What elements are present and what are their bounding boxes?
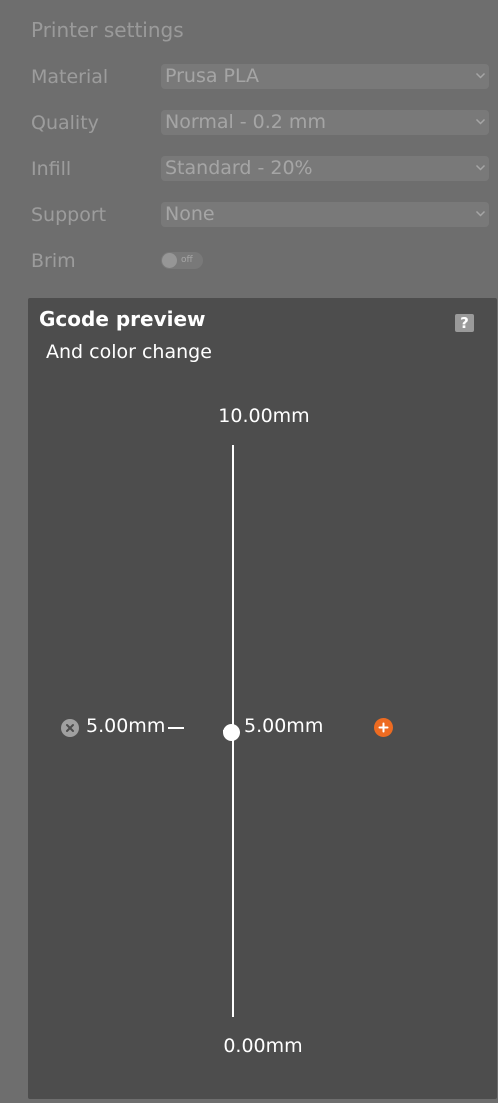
brim-label: Brim xyxy=(31,250,76,272)
material-value: Prusa PLA xyxy=(165,65,260,87)
chevron-down-icon xyxy=(475,210,486,217)
toggle-knob xyxy=(162,253,177,268)
printer-settings-title: Printer settings xyxy=(31,18,184,42)
quality-row: Quality Normal - 0.2 mm xyxy=(0,110,498,136)
question-mark-icon: ? xyxy=(460,314,469,332)
quality-label: Quality xyxy=(31,112,99,134)
infill-value: Standard - 20% xyxy=(165,157,313,179)
help-button[interactable]: ? xyxy=(455,314,474,332)
chevron-down-icon xyxy=(475,164,486,171)
slider-max-label: 10.00mm xyxy=(218,405,310,427)
support-row: Support None xyxy=(0,202,498,228)
color-change-subtitle: And color change xyxy=(46,341,212,363)
add-color-change-button[interactable] xyxy=(374,718,393,737)
infill-row: Infill Standard - 20% xyxy=(0,156,498,182)
quality-value: Normal - 0.2 mm xyxy=(165,111,326,133)
brim-toggle[interactable]: off xyxy=(161,252,203,269)
chevron-down-icon xyxy=(475,72,486,79)
plus-icon xyxy=(378,722,389,733)
slider-current-label: 5.00mm xyxy=(244,715,324,737)
material-label: Material xyxy=(31,66,109,88)
color-change-label: 5.00mm xyxy=(86,715,166,737)
remove-color-change-button[interactable] xyxy=(61,719,79,737)
brim-row: Brim off xyxy=(0,248,498,274)
material-select[interactable]: Prusa PLA xyxy=(161,64,489,89)
layer-slider-thumb[interactable] xyxy=(223,724,240,741)
gcode-preview-title: Gcode preview xyxy=(39,307,206,331)
gcode-preview-panel: Gcode preview ? And color change 10.00mm… xyxy=(28,298,497,1099)
support-select[interactable]: None xyxy=(161,202,489,227)
color-change-tick xyxy=(168,727,184,729)
printer-settings-panel: Printer settings Material Prusa PLA Qual… xyxy=(0,0,498,298)
infill-select[interactable]: Standard - 20% xyxy=(161,156,489,181)
close-icon xyxy=(66,724,74,732)
support-label: Support xyxy=(31,204,107,226)
infill-label: Infill xyxy=(31,158,72,180)
chevron-down-icon xyxy=(475,118,486,125)
support-value: None xyxy=(165,203,215,225)
slider-min-label: 0.00mm xyxy=(223,1035,303,1057)
brim-toggle-state: off xyxy=(181,255,193,265)
material-row: Material Prusa PLA xyxy=(0,64,498,90)
quality-select[interactable]: Normal - 0.2 mm xyxy=(161,110,489,135)
